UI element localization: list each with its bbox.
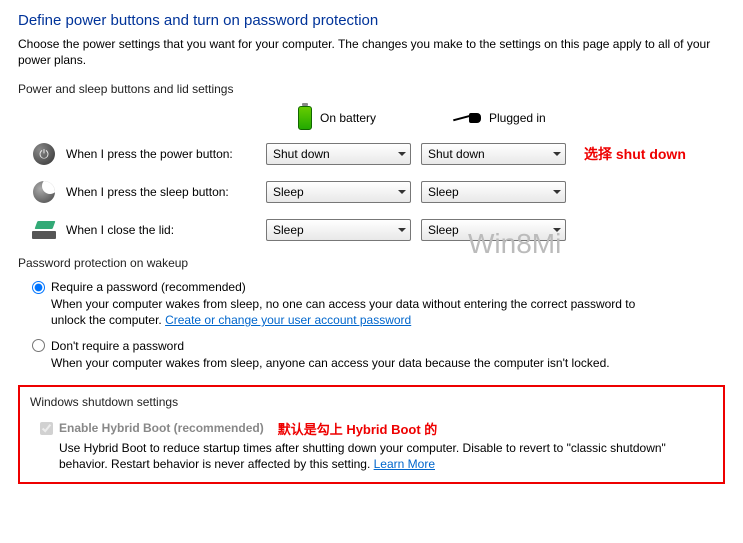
column-plugged-in: Plugged in (453, 111, 608, 125)
section-shutdown-label: Windows shutdown settings (30, 395, 713, 409)
option-dont-require-password: Don't require a password When your compu… (18, 339, 725, 371)
chevron-down-icon (398, 190, 406, 194)
page-description: Choose the power settings that you want … (18, 37, 725, 68)
plugged-in-label: Plugged in (489, 111, 546, 125)
hybrid-boot-desc-text: Use Hybrid Boot to reduce startup times … (59, 441, 666, 471)
battery-icon (298, 106, 312, 130)
chevron-down-icon (553, 228, 561, 232)
on-battery-label: On battery (320, 111, 376, 125)
row-close-lid: When I close the lid: Sleep Sleep (18, 218, 725, 242)
shutdown-settings-box: Windows shutdown settings Enable Hybrid … (18, 385, 725, 484)
chevron-down-icon (398, 152, 406, 156)
require-password-label: Require a password (recommended) (51, 280, 246, 294)
dont-require-password-radio[interactable] (32, 339, 45, 352)
dropdown-value: Sleep (428, 223, 459, 237)
dropdown-value: Shut down (428, 147, 485, 161)
power-button-battery-dropdown[interactable]: Shut down (266, 143, 411, 165)
sleep-button-label: When I press the sleep button: (66, 185, 266, 199)
chevron-down-icon (553, 152, 561, 156)
annotation-shutdown: 选择 shut down (584, 144, 686, 164)
option-require-password: Require a password (recommended) When yo… (18, 280, 725, 328)
row-sleep-button: When I press the sleep button: Sleep Sle… (18, 180, 725, 204)
dropdown-value: Sleep (273, 185, 304, 199)
dropdown-value: Sleep (428, 185, 459, 199)
dont-require-password-label: Don't require a password (51, 339, 184, 353)
create-change-password-link[interactable]: Create or change your user account passw… (165, 313, 411, 327)
enable-hybrid-boot-checkbox[interactable] (40, 422, 53, 435)
lid-battery-dropdown[interactable]: Sleep (266, 219, 411, 241)
sleep-button-icon (32, 180, 56, 204)
column-on-battery: On battery (298, 106, 453, 130)
require-password-desc: When your computer wakes from sleep, no … (32, 296, 652, 328)
annotation-hybrid-boot: 默认是勾上 Hybrid Boot 的 (278, 419, 438, 438)
require-password-radio[interactable] (32, 281, 45, 294)
lid-icon (32, 218, 56, 242)
chevron-down-icon (398, 228, 406, 232)
page-title: Define power buttons and turn on passwor… (18, 12, 725, 29)
plug-icon (453, 111, 481, 125)
power-button-label: When I press the power button: (66, 147, 266, 161)
power-button-plugged-dropdown[interactable]: Shut down (421, 143, 566, 165)
chevron-down-icon (553, 190, 561, 194)
close-lid-label: When I close the lid: (66, 223, 266, 237)
sleep-button-battery-dropdown[interactable]: Sleep (266, 181, 411, 203)
dont-require-password-desc: When your computer wakes from sleep, any… (32, 355, 652, 371)
power-button-icon (32, 142, 56, 166)
hybrid-boot-desc: Use Hybrid Boot to reduce startup times … (30, 440, 670, 472)
sleep-button-plugged-dropdown[interactable]: Sleep (421, 181, 566, 203)
dropdown-value: Shut down (273, 147, 330, 161)
columns-header: On battery Plugged in (298, 106, 725, 130)
learn-more-link[interactable]: Learn More (374, 457, 435, 471)
row-power-button: When I press the power button: Shut down… (18, 142, 725, 166)
lid-plugged-dropdown[interactable]: Sleep (421, 219, 566, 241)
dropdown-value: Sleep (273, 223, 304, 237)
enable-hybrid-boot-label: Enable Hybrid Boot (recommended) (59, 421, 264, 435)
section-power-sleep-label: Power and sleep buttons and lid settings (18, 82, 725, 96)
section-password-label: Password protection on wakeup (18, 256, 725, 270)
